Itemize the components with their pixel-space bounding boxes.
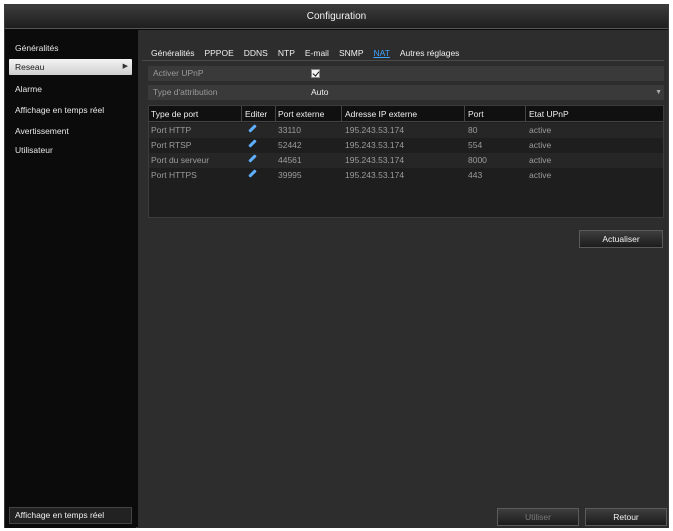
attribution-type-row: Type d'attribution Auto ▼: [148, 85, 664, 100]
port-type-cell: Port HTTPS: [151, 170, 197, 180]
chevron-right-icon: ▶: [122, 63, 128, 70]
column-header: Etat UPnP: [529, 109, 569, 119]
nat-settings-panel: Généralités PPPOE DDNS NTP E-mail SNMP N…: [138, 30, 668, 528]
column-divider: [241, 106, 242, 122]
sidebar-item-label: Affichage en temps réel: [15, 105, 105, 115]
port-cell: 443: [468, 170, 483, 180]
external-port-cell: 44561: [278, 155, 302, 165]
port-type-cell: Port HTTP: [151, 125, 192, 135]
external-ip-cell: 195.243.53.174: [345, 155, 405, 165]
upnp-checkbox[interactable]: [311, 69, 320, 78]
upnp-state-cell: active: [529, 155, 552, 165]
column-header: Port: [468, 109, 484, 119]
configuration-window: Configuration Généralités Reseau ▶ Alarme…: [4, 4, 669, 528]
sidebar-item-affichage[interactable]: Affichage en temps réel: [9, 102, 132, 118]
column-divider: [464, 106, 465, 122]
pencil-icon[interactable]: [248, 139, 257, 148]
sidebar-item-utilisateur[interactable]: Utilisateur: [9, 142, 132, 158]
port-type-cell: Port RTSP: [151, 140, 192, 150]
table-row[interactable]: Port HTTPS 39995 195.243.53.174 443 acti…: [149, 168, 663, 183]
pencil-icon[interactable]: [248, 124, 257, 133]
sidebar-item-generalites[interactable]: Généralités: [9, 40, 132, 56]
sidebar-item-reseau[interactable]: Reseau ▶: [9, 59, 132, 75]
chevron-down-icon[interactable]: ▼: [655, 85, 662, 100]
column-header: Type de port: [151, 109, 199, 119]
sidebar-item-label: Alarme: [15, 84, 42, 94]
live-view-button[interactable]: Affichage en temps réel: [9, 507, 132, 524]
port-cell: 554: [468, 140, 483, 150]
tab-ddns[interactable]: DDNS: [239, 46, 273, 60]
external-port-cell: 39995: [278, 170, 302, 180]
tab-divider: [142, 60, 664, 61]
upnp-state-cell: active: [529, 140, 552, 150]
table-row[interactable]: Port RTSP 52442 195.243.53.174 554 activ…: [149, 138, 663, 153]
upnp-state-cell: active: [529, 170, 552, 180]
sidebar: Généralités Reseau ▶ Alarme Affichage en …: [5, 30, 136, 528]
tab-nat[interactable]: NAT: [369, 46, 395, 60]
column-header: Port externe: [278, 109, 325, 119]
tab-pppoe[interactable]: PPPOE: [199, 46, 238, 60]
sidebar-item-avertissement[interactable]: Avertissement: [9, 123, 132, 139]
upnp-row: Activer UPnP: [148, 66, 664, 81]
window-title: Configuration: [5, 5, 668, 29]
sidebar-item-label: Généralités: [15, 43, 59, 53]
sidebar-item-label: Avertissement: [15, 126, 69, 136]
column-header: Adresse IP externe: [345, 109, 418, 119]
back-button[interactable]: Retour: [585, 508, 667, 526]
upnp-label: Activer UPnP: [153, 68, 204, 78]
attribution-type-select[interactable]: Auto: [311, 85, 329, 100]
apply-button[interactable]: Utiliser: [497, 508, 579, 526]
sidebar-item-alarme[interactable]: Alarme: [9, 81, 132, 97]
column-divider: [275, 106, 276, 122]
refresh-button[interactable]: Actualiser: [579, 230, 663, 248]
upnp-state-cell: active: [529, 125, 552, 135]
tab-autres-reglages[interactable]: Autres réglages: [395, 46, 465, 60]
port-mapping-table: Type de port Editer Port externe Adresse…: [148, 105, 664, 218]
port-cell: 80: [468, 125, 478, 135]
sidebar-item-label: Reseau: [15, 62, 45, 72]
table-row[interactable]: Port du serveur 44561 195.243.53.174 800…: [149, 153, 663, 168]
tab-email[interactable]: E-mail: [300, 46, 334, 60]
tab-ntp[interactable]: NTP: [273, 46, 300, 60]
settings-tabs: Généralités PPPOE DDNS NTP E-mail SNMP N…: [146, 46, 464, 60]
external-ip-cell: 195.243.53.174: [345, 140, 405, 150]
port-cell: 8000: [468, 155, 487, 165]
external-port-cell: 52442: [278, 140, 302, 150]
table-header: Type de port Editer Port externe Adresse…: [149, 106, 663, 122]
table-row[interactable]: Port HTTP 33110 195.243.53.174 80 active: [149, 123, 663, 138]
attribution-type-label: Type d'attribution: [153, 87, 218, 97]
pencil-icon[interactable]: [248, 154, 257, 163]
external-ip-cell: 195.243.53.174: [345, 125, 405, 135]
tab-snmp[interactable]: SNMP: [334, 46, 369, 60]
sidebar-item-label: Utilisateur: [15, 145, 53, 155]
external-port-cell: 33110: [278, 125, 302, 135]
column-divider: [525, 106, 526, 122]
tab-generalites[interactable]: Généralités: [146, 46, 199, 60]
column-header: Editer: [245, 109, 268, 119]
pencil-icon[interactable]: [248, 169, 257, 178]
port-type-cell: Port du serveur: [151, 155, 210, 165]
column-divider: [341, 106, 342, 122]
external-ip-cell: 195.243.53.174: [345, 170, 405, 180]
